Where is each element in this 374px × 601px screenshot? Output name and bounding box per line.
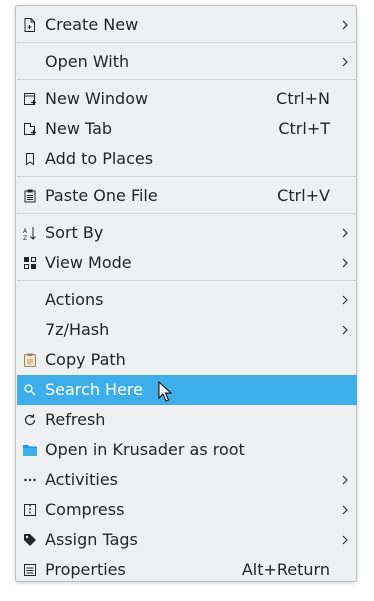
menu-item-label: Properties bbox=[45, 560, 126, 579]
menu-item-open-krusader-root[interactable]: Open in Krusader as root bbox=[17, 435, 357, 465]
menu-item-label: Open in Krusader as root bbox=[45, 440, 245, 459]
menu-item-label: Activities bbox=[45, 470, 118, 489]
menu-item-assign-tags[interactable]: Assign Tags bbox=[17, 525, 357, 555]
menu-item-7z-hash[interactable]: 7z/Hash bbox=[17, 315, 357, 345]
paste-icon bbox=[24, 189, 36, 203]
activities-icon bbox=[24, 478, 36, 482]
menu-item-label: Paste One File bbox=[45, 186, 158, 205]
submenu-arrow-icon bbox=[342, 535, 348, 545]
menu-item-open-with[interactable]: Open With bbox=[17, 47, 357, 77]
menu-item-add-to-places[interactable]: Add to Places bbox=[17, 144, 357, 174]
new-document-icon bbox=[24, 18, 35, 32]
menu-item-label: Copy Path bbox=[45, 350, 126, 369]
tag-icon bbox=[24, 534, 36, 546]
menu-item-label: Create New bbox=[45, 15, 139, 34]
menu-item-properties[interactable]: Properties Alt+Return bbox=[17, 555, 357, 585]
submenu-arrow-icon bbox=[342, 228, 348, 238]
submenu-arrow-icon bbox=[342, 20, 348, 30]
menu-item-label: Add to Places bbox=[45, 149, 154, 168]
shortcut-label: Ctrl+V bbox=[277, 186, 330, 205]
menu-item-actions[interactable]: Actions bbox=[17, 285, 357, 315]
menu-item-label: New Tab bbox=[45, 119, 113, 138]
menu-item-compress[interactable]: Compress bbox=[17, 495, 357, 525]
folder-icon bbox=[23, 445, 37, 456]
submenu-arrow-icon bbox=[342, 57, 348, 67]
menu-item-refresh[interactable]: Refresh bbox=[17, 405, 357, 435]
submenu-arrow-icon bbox=[342, 475, 348, 485]
new-window-icon bbox=[24, 93, 36, 105]
menu-item-label: 7z/Hash bbox=[45, 320, 110, 339]
separator bbox=[17, 176, 357, 177]
context-menu: Create New Open With New Window Ctrl+N N… bbox=[15, 5, 357, 582]
sort-icon: A Z bbox=[23, 227, 36, 241]
clipboard-icon bbox=[24, 353, 36, 367]
submenu-arrow-icon bbox=[342, 505, 348, 515]
menu-item-sort-by[interactable]: A Z Sort By bbox=[17, 218, 357, 248]
menu-item-create-new[interactable]: Create New bbox=[17, 10, 357, 40]
menu-item-view-mode[interactable]: View Mode bbox=[17, 248, 357, 278]
search-icon bbox=[24, 384, 36, 396]
view-mode-icon bbox=[24, 257, 36, 269]
menu-item-label: Refresh bbox=[45, 410, 106, 429]
separator bbox=[17, 79, 357, 80]
mouse-pointer-icon bbox=[158, 381, 172, 402]
separator bbox=[17, 42, 357, 43]
submenu-arrow-icon bbox=[342, 258, 348, 268]
menu-item-label: Search Here bbox=[45, 380, 143, 399]
separator bbox=[17, 213, 357, 214]
new-tab-icon bbox=[24, 123, 36, 135]
properties-icon bbox=[24, 564, 36, 576]
separator bbox=[17, 280, 357, 281]
menu-item-label: Sort By bbox=[45, 223, 104, 242]
menu-item-label: Compress bbox=[45, 500, 125, 519]
menu-item-new-window[interactable]: New Window Ctrl+N bbox=[17, 84, 357, 114]
bookmark-icon bbox=[26, 153, 34, 166]
menu-item-label: Assign Tags bbox=[45, 530, 138, 549]
shortcut-label: Ctrl+N bbox=[276, 89, 330, 108]
menu-item-label: Open With bbox=[45, 52, 130, 71]
submenu-arrow-icon bbox=[342, 325, 348, 335]
svg-text:Z: Z bbox=[23, 235, 27, 241]
svg-text:A: A bbox=[23, 228, 28, 235]
refresh-icon bbox=[24, 414, 36, 426]
menu-item-paste-one-file[interactable]: Paste One File Ctrl+V bbox=[17, 181, 357, 211]
shortcut-label: Alt+Return bbox=[241, 560, 330, 579]
menu-item-activities[interactable]: Activities bbox=[17, 465, 357, 495]
archive-icon bbox=[24, 504, 36, 516]
menu-item-copy-path[interactable]: Copy Path bbox=[17, 345, 357, 375]
menu-item-new-tab[interactable]: New Tab Ctrl+T bbox=[17, 114, 357, 144]
menu-item-search-here[interactable]: Search Here bbox=[17, 375, 357, 405]
submenu-arrow-icon bbox=[342, 295, 348, 305]
menu-item-label: Actions bbox=[45, 290, 104, 309]
menu-item-label: View Mode bbox=[45, 253, 132, 272]
menu-item-label: New Window bbox=[45, 89, 149, 108]
shortcut-label: Ctrl+T bbox=[278, 119, 330, 138]
